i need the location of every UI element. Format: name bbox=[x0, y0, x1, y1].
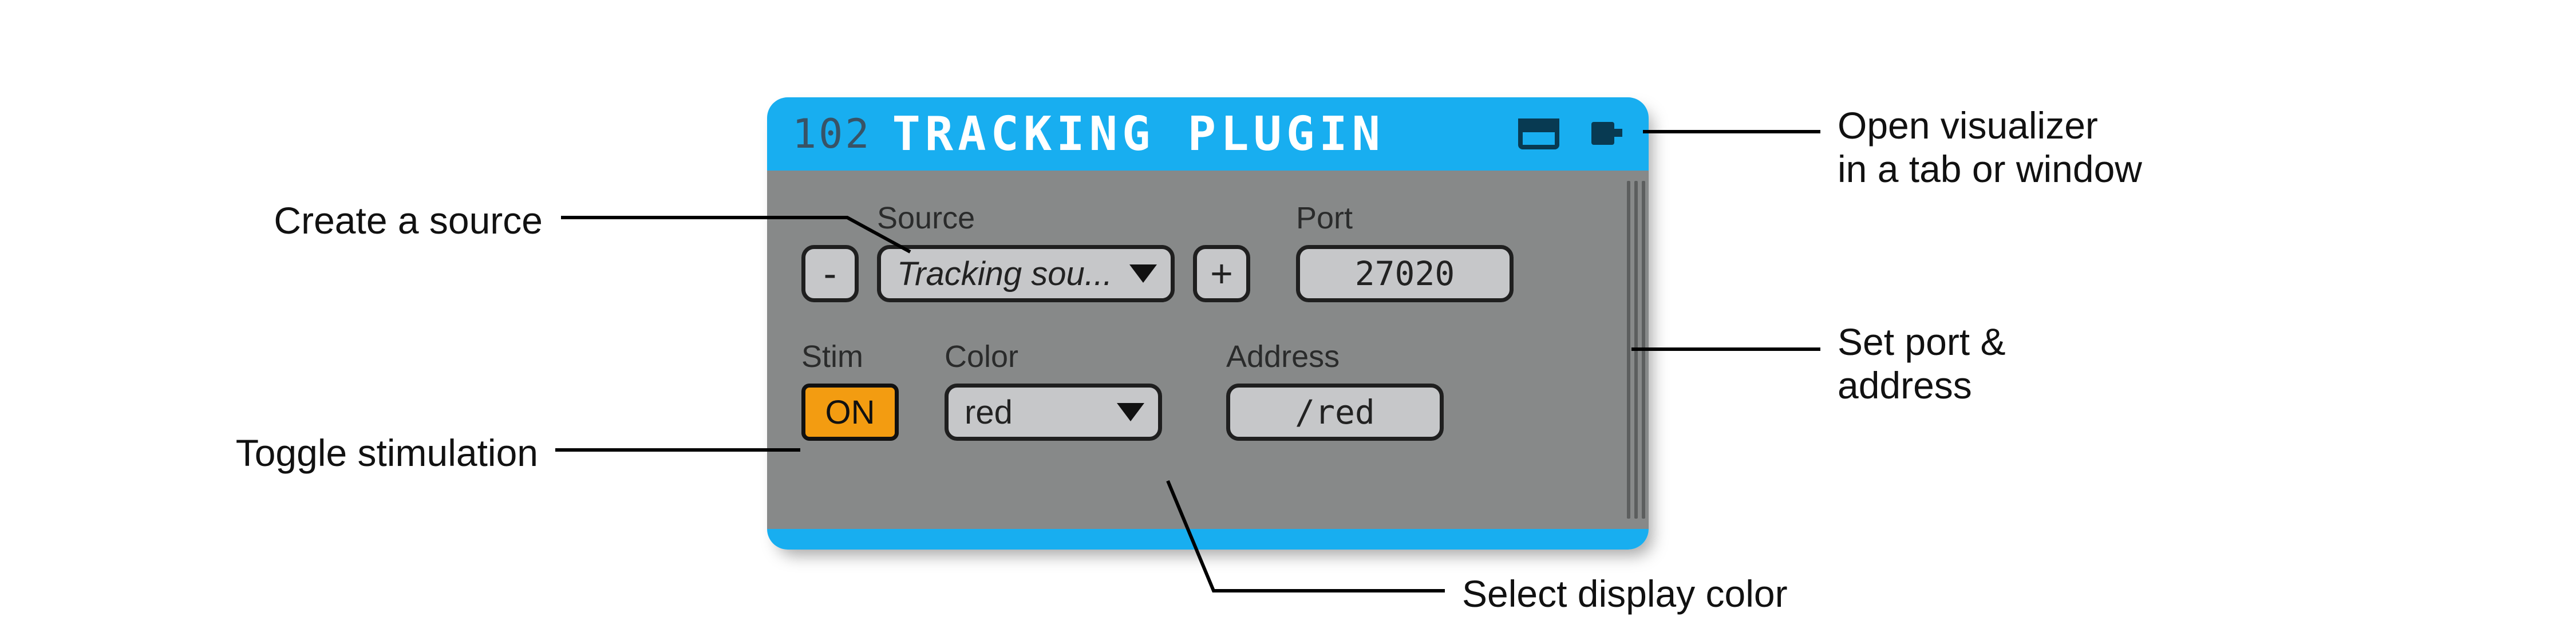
remove-source-button[interactable]: - bbox=[801, 245, 859, 302]
source-dropdown-value: Tracking sou... bbox=[897, 255, 1112, 293]
stim-toggle[interactable]: ON bbox=[801, 384, 899, 441]
tracking-plugin-panel: 102 TRACKING PLUGIN - Source Tracking so… bbox=[767, 97, 1649, 550]
color-dropdown[interactable]: red bbox=[945, 384, 1162, 441]
callout-create-source: Create a source bbox=[268, 199, 543, 243]
address-field[interactable]: /red bbox=[1226, 384, 1444, 441]
callout-open-vis: Open visualizer in a tab or window bbox=[1838, 104, 2142, 191]
chevron-down-icon bbox=[1117, 403, 1144, 421]
open-in-window-icon[interactable] bbox=[1582, 118, 1623, 149]
source-dropdown[interactable]: Tracking sou... bbox=[877, 245, 1175, 302]
source-label: Source bbox=[877, 200, 1175, 236]
address-label: Address bbox=[1226, 339, 1444, 374]
color-label: Color bbox=[945, 339, 1162, 374]
port-field[interactable]: 27020 bbox=[1296, 245, 1514, 302]
chevron-down-icon bbox=[1129, 264, 1157, 283]
panel-header: 102 TRACKING PLUGIN bbox=[767, 97, 1649, 171]
callout-select-color: Select display color bbox=[1462, 572, 1788, 616]
plugin-title: TRACKING PLUGIN bbox=[892, 107, 1385, 161]
panel-footer bbox=[767, 529, 1649, 550]
stim-label: Stim bbox=[801, 339, 899, 374]
callout-toggle-stim: Toggle stimulation bbox=[206, 432, 538, 475]
drag-rail[interactable] bbox=[1623, 181, 1649, 519]
panel-body: - Source Tracking sou... + Port 27020 St… bbox=[767, 171, 1649, 529]
color-dropdown-value: red bbox=[965, 393, 1013, 432]
visualizer-launchers bbox=[1518, 118, 1623, 149]
open-in-tab-icon[interactable] bbox=[1518, 118, 1559, 149]
plugin-id: 102 bbox=[792, 110, 871, 157]
port-label: Port bbox=[1296, 200, 1514, 236]
add-source-button[interactable]: + bbox=[1193, 245, 1250, 302]
callout-set-port: Set port & address bbox=[1838, 321, 2006, 408]
